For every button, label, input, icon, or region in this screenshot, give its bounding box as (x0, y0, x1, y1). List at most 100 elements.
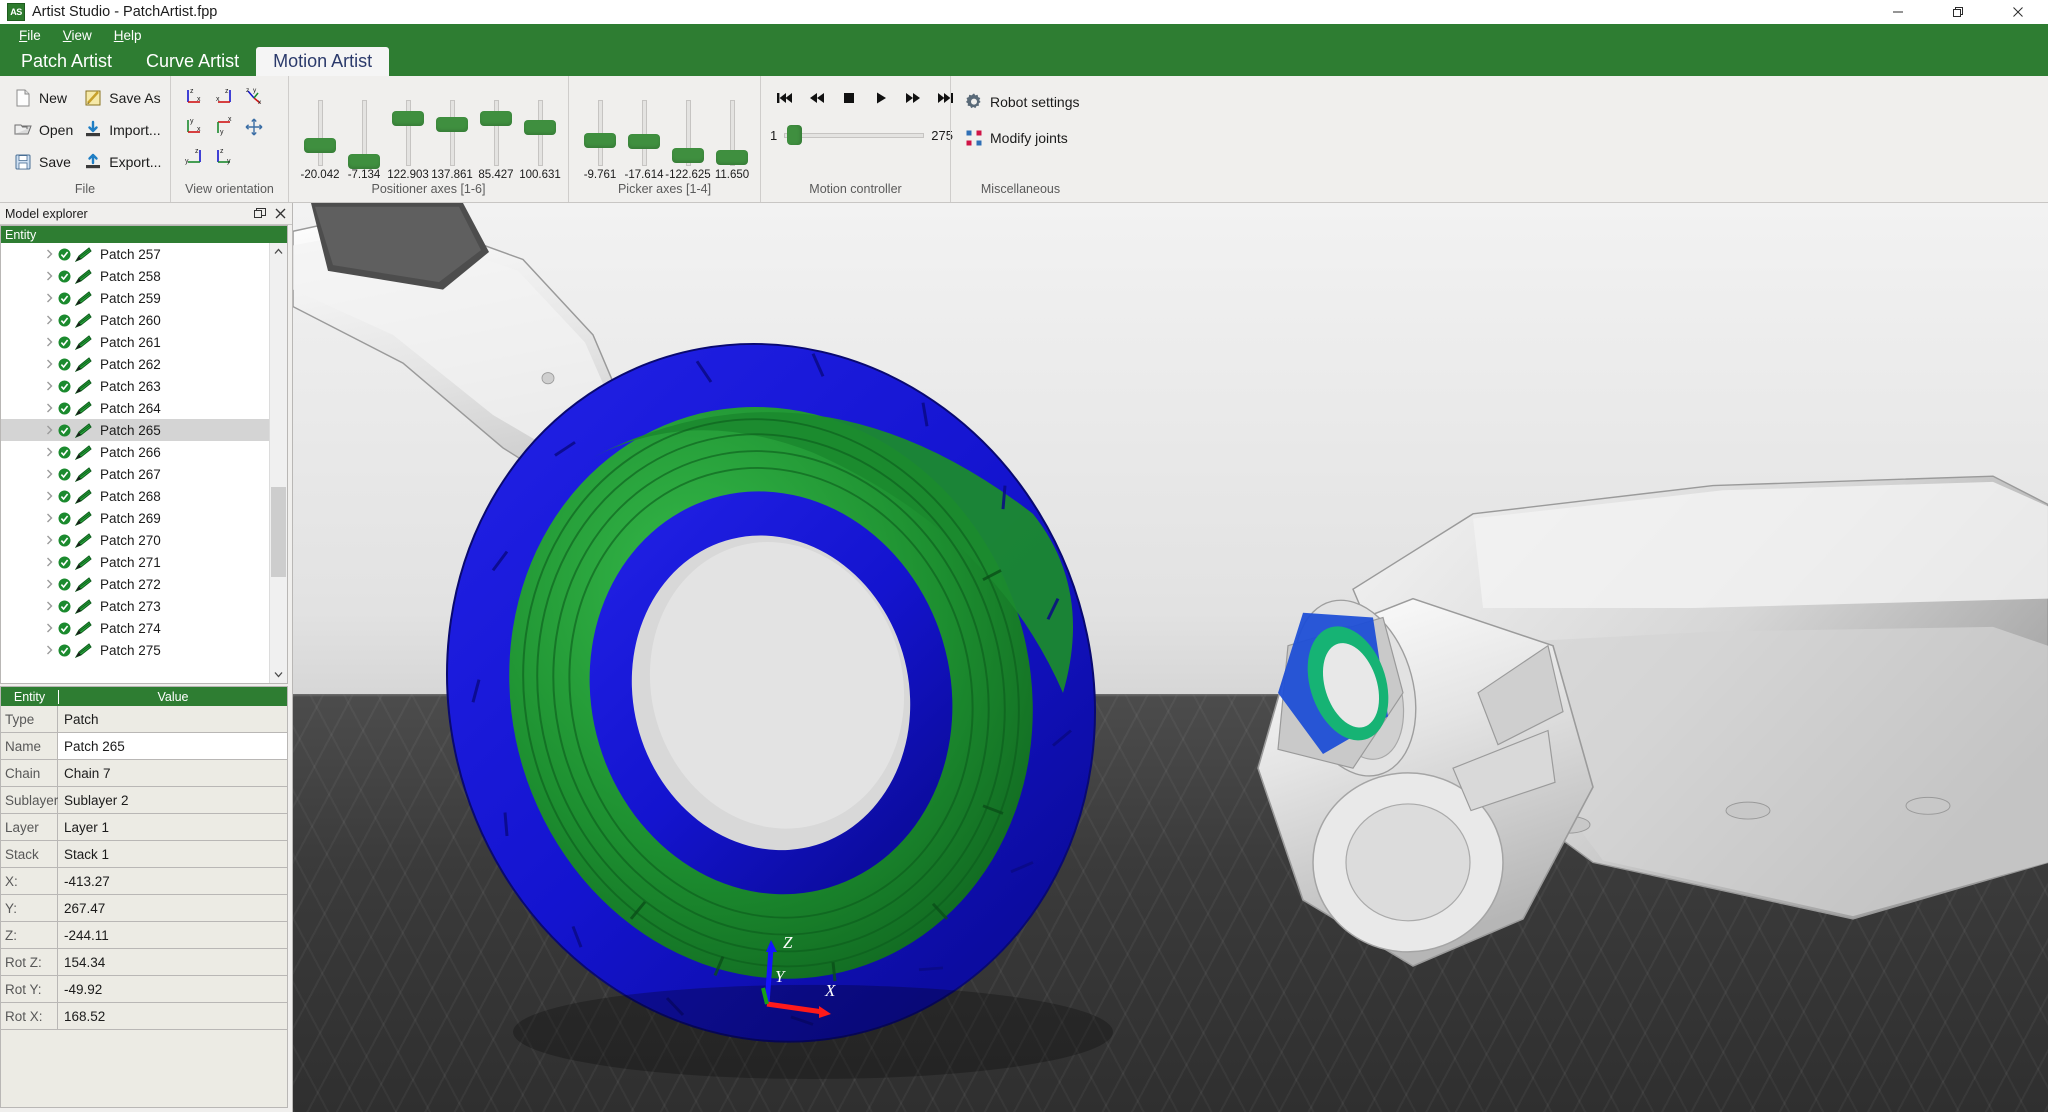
stop-button[interactable] (836, 85, 862, 111)
property-row-x[interactable]: X: -413.27 (1, 868, 287, 895)
tree-item-patch-262[interactable]: Patch 262 (1, 353, 287, 375)
view-zy-button[interactable]: z y (210, 143, 238, 171)
view-xz-button[interactable]: z x (210, 83, 238, 111)
picker-axis-1-slider[interactable] (578, 100, 622, 166)
tree-item-patch-269[interactable]: Patch 269 (1, 507, 287, 529)
positioner-axis-4-slider[interactable] (430, 100, 474, 166)
positioner-axis-2[interactable]: -7.134 (342, 100, 386, 181)
positioner-axis-3-thumb[interactable] (392, 110, 424, 126)
property-value[interactable]: Chain 7 (58, 760, 287, 786)
property-row-rotz[interactable]: Rot Z: 154.34 (1, 949, 287, 976)
visibility-check-icon[interactable] (58, 490, 71, 503)
visibility-check-icon[interactable] (58, 468, 71, 481)
restore-button[interactable] (1928, 0, 1988, 24)
chevron-right-icon[interactable] (43, 248, 55, 260)
chevron-right-icon[interactable] (43, 270, 55, 282)
positioner-axis-3-slider[interactable] (386, 100, 430, 166)
frame-slider[interactable] (784, 125, 925, 145)
menu-help[interactable]: Help (103, 26, 153, 45)
tree-item-patch-275[interactable]: Patch 275 (1, 639, 287, 661)
chevron-right-icon[interactable] (43, 490, 55, 502)
positioner-axis-5-slider[interactable] (474, 100, 518, 166)
view-yx-button[interactable]: y x (180, 113, 208, 141)
positioner-axis-6-thumb[interactable] (524, 120, 556, 136)
visibility-check-icon[interactable] (58, 622, 71, 635)
property-row-name[interactable]: Name Patch 265 (1, 733, 287, 760)
view-xy-button[interactable]: x y (210, 113, 238, 141)
scroll-track[interactable] (270, 260, 287, 666)
tree-item-patch-261[interactable]: Patch 261 (1, 331, 287, 353)
fast-forward-button[interactable] (900, 85, 926, 111)
tree-item-patch-268[interactable]: Patch 268 (1, 485, 287, 507)
chevron-right-icon[interactable] (43, 556, 55, 568)
positioner-axis-2-thumb[interactable] (348, 154, 380, 170)
chevron-right-icon[interactable] (43, 314, 55, 326)
positioner-axis-1-slider[interactable] (298, 100, 342, 166)
scroll-down-button[interactable] (270, 666, 287, 683)
tree-item-patch-273[interactable]: Patch 273 (1, 595, 287, 617)
property-row-y[interactable]: Y: 267.47 (1, 895, 287, 922)
property-value[interactable]: Sublayer 2 (58, 787, 287, 813)
chevron-right-icon[interactable] (43, 600, 55, 612)
tree-item-patch-274[interactable]: Patch 274 (1, 617, 287, 639)
picker-axis-4-slider[interactable] (710, 100, 754, 166)
positioner-axis-6[interactable]: 100.631 (518, 100, 562, 181)
picker-axis-1[interactable]: -9.761 (578, 100, 622, 181)
tree-vertical-scrollbar[interactable] (269, 243, 287, 683)
visibility-check-icon[interactable] (58, 270, 71, 283)
view-yz-button[interactable]: z y (180, 143, 208, 171)
tree-item-patch-259[interactable]: Patch 259 (1, 287, 287, 309)
import-button[interactable]: Import... (79, 115, 167, 145)
tree-item-patch-257[interactable]: Patch 257 (1, 243, 287, 265)
view-zx-button[interactable]: z x (180, 83, 208, 111)
property-row-layer[interactable]: Layer Layer 1 (1, 814, 287, 841)
chevron-right-icon[interactable] (43, 292, 55, 304)
positioner-axis-5[interactable]: 85.427 (474, 100, 518, 181)
positioner-axis-1[interactable]: -20.042 (298, 100, 342, 181)
property-value[interactable]: -49.92 (58, 976, 287, 1002)
visibility-check-icon[interactable] (58, 358, 71, 371)
visibility-check-icon[interactable] (58, 446, 71, 459)
tree-item-patch-270[interactable]: Patch 270 (1, 529, 287, 551)
frame-slider-thumb[interactable] (786, 125, 802, 145)
export-button[interactable]: Export... (79, 147, 167, 177)
property-value[interactable]: Patch 265 (58, 733, 287, 759)
tab-patch-artist[interactable]: Patch Artist (4, 47, 129, 76)
visibility-check-icon[interactable] (58, 402, 71, 415)
close-button[interactable] (1988, 0, 2048, 24)
menu-view[interactable]: View (52, 26, 103, 45)
property-row-z[interactable]: Z: -244.11 (1, 922, 287, 949)
positioner-axis-3[interactable]: 122.903 (386, 100, 430, 181)
tree-item-patch-266[interactable]: Patch 266 (1, 441, 287, 463)
chevron-right-icon[interactable] (43, 534, 55, 546)
chevron-right-icon[interactable] (43, 644, 55, 656)
visibility-check-icon[interactable] (58, 424, 71, 437)
picker-axis-2[interactable]: -17.614 (622, 100, 666, 181)
property-value[interactable]: -413.27 (58, 868, 287, 894)
view-isometric-button[interactable]: z y x (240, 83, 268, 111)
chevron-right-icon[interactable] (43, 578, 55, 590)
picker-axis-3-thumb[interactable] (672, 147, 704, 163)
chevron-right-icon[interactable] (43, 380, 55, 392)
skip-to-start-button[interactable] (772, 85, 798, 111)
play-button[interactable] (868, 85, 894, 111)
visibility-check-icon[interactable] (58, 600, 71, 613)
property-value[interactable]: -244.11 (58, 922, 287, 948)
property-value[interactable]: 154.34 (58, 949, 287, 975)
positioner-axis-2-slider[interactable] (342, 100, 386, 170)
visibility-check-icon[interactable] (58, 380, 71, 393)
picker-axis-4[interactable]: 11.650 (710, 100, 754, 181)
tab-curve-artist[interactable]: Curve Artist (129, 47, 256, 76)
visibility-check-icon[interactable] (58, 512, 71, 525)
chevron-right-icon[interactable] (43, 446, 55, 458)
close-panel-button[interactable] (272, 206, 288, 222)
picker-axis-1-thumb[interactable] (584, 133, 616, 148)
tree-item-patch-260[interactable]: Patch 260 (1, 309, 287, 331)
positioner-axis-5-thumb[interactable] (480, 111, 512, 127)
robot-settings-button[interactable]: Robot settings (960, 87, 1086, 117)
picker-axis-2-thumb[interactable] (628, 134, 660, 150)
positioner-axis-6-slider[interactable] (518, 100, 562, 166)
tree-item-patch-265[interactable]: Patch 265 (1, 419, 287, 441)
tree-item-patch-272[interactable]: Patch 272 (1, 573, 287, 595)
positioner-axis-1-thumb[interactable] (304, 138, 336, 154)
